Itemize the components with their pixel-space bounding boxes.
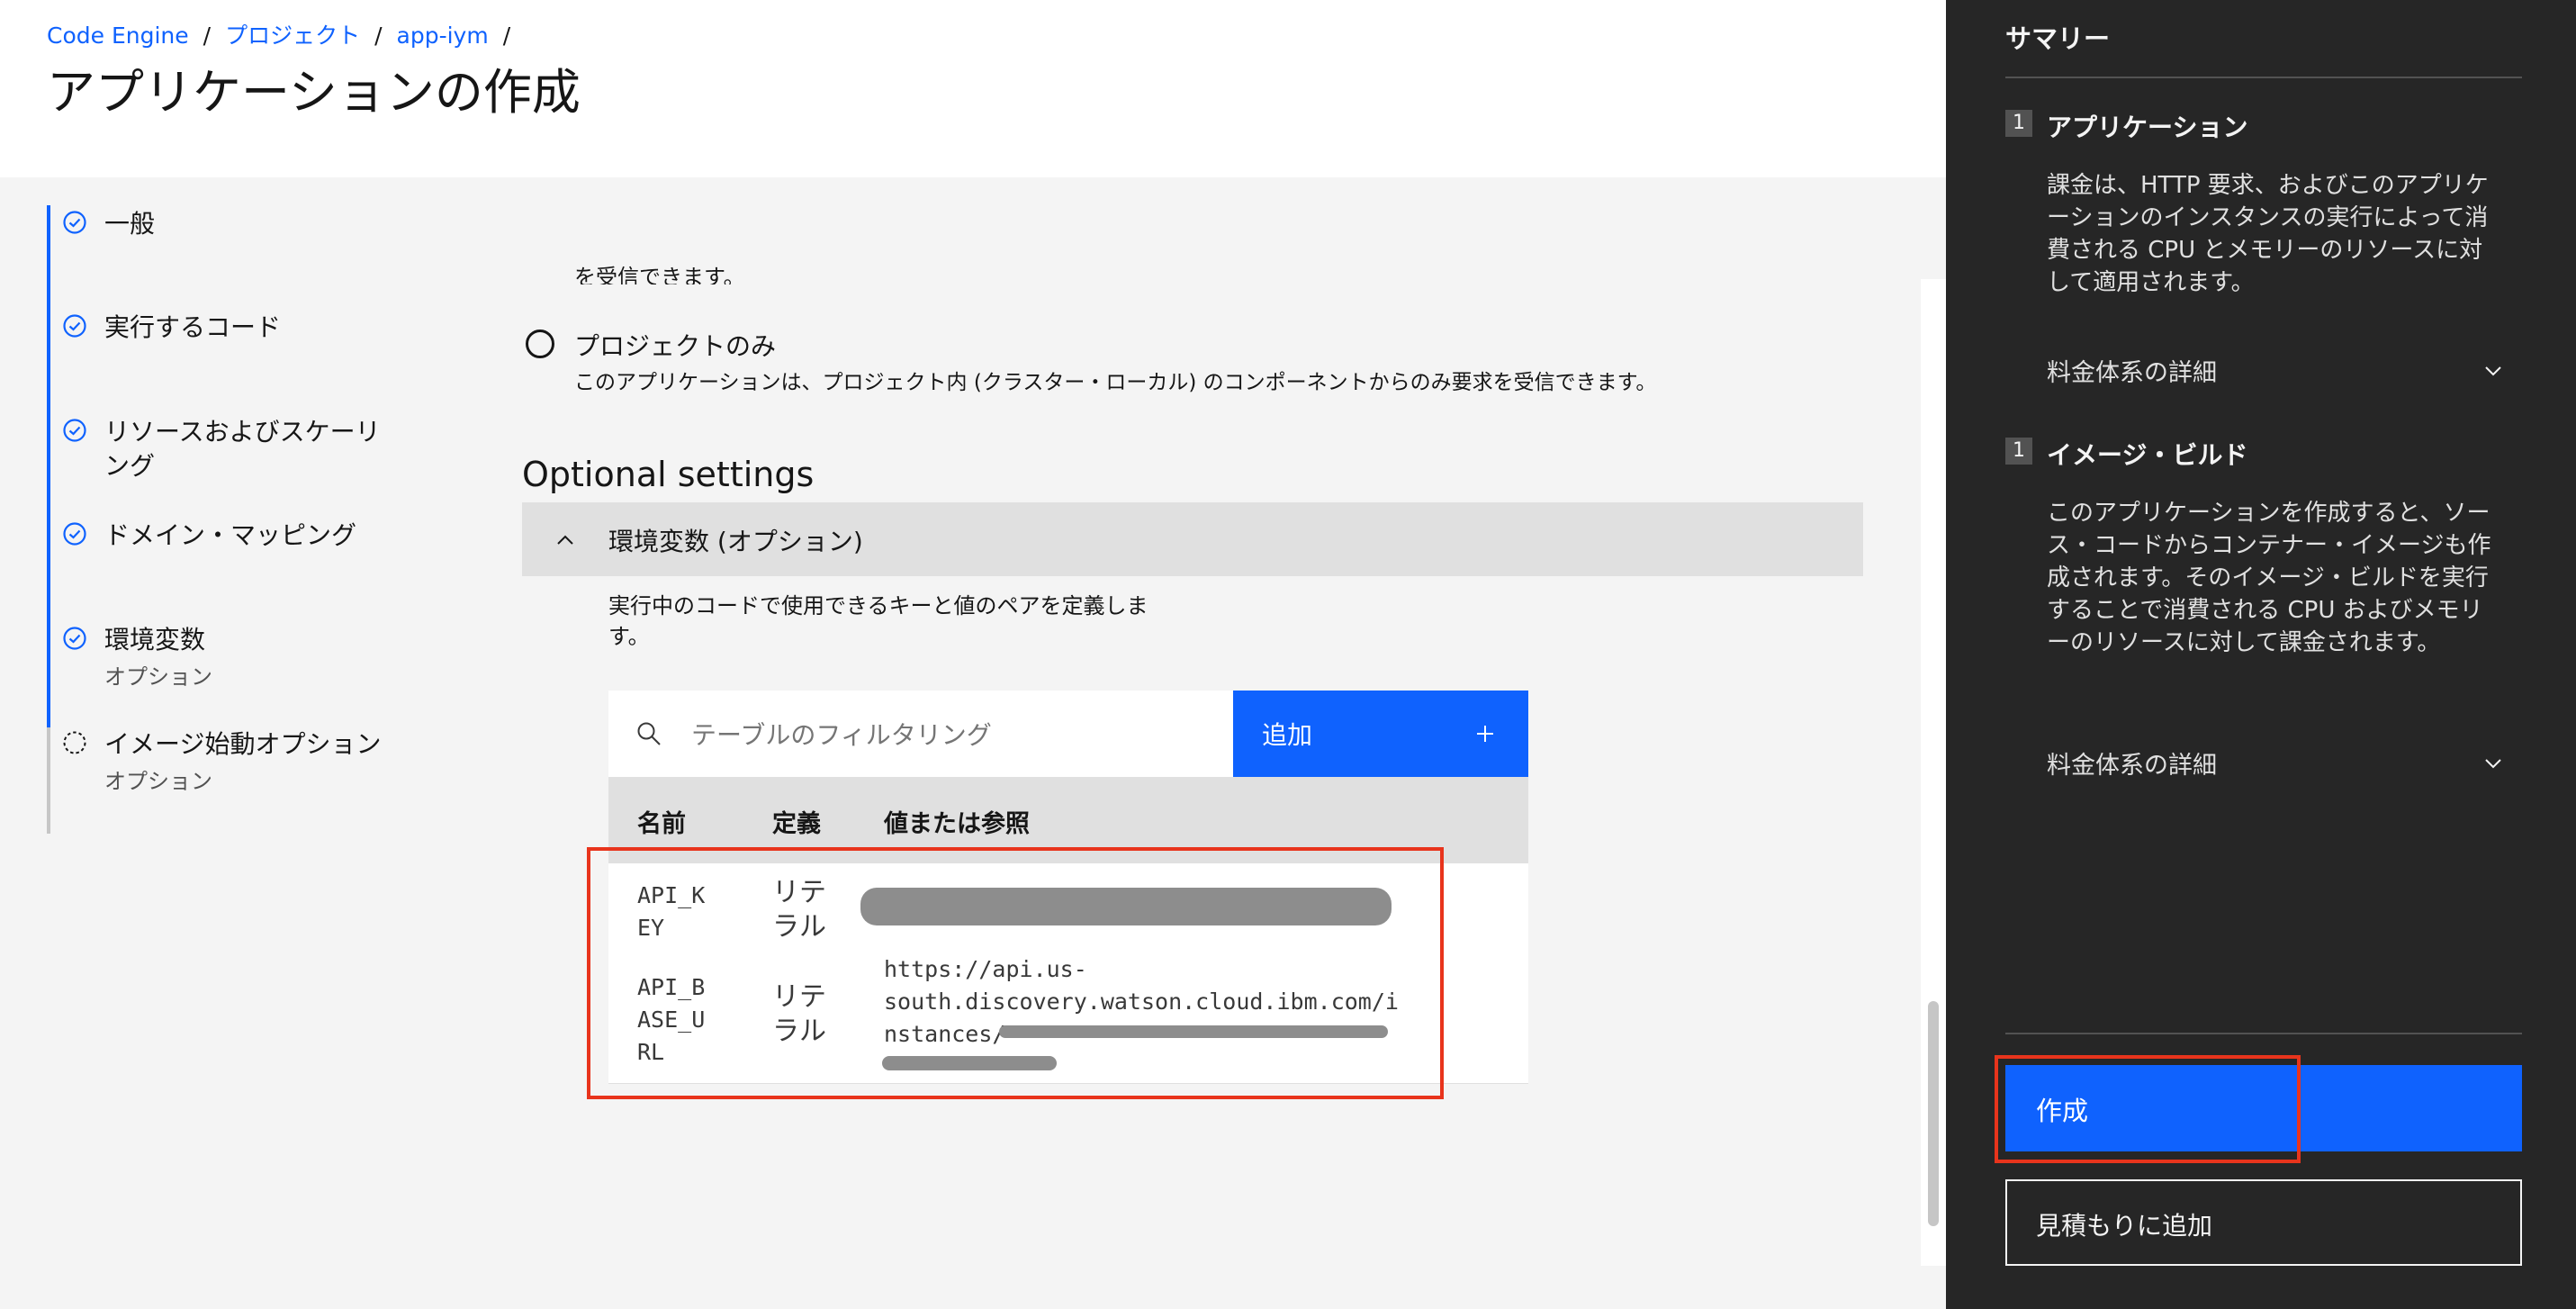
breadcrumb-link-project[interactable]: app-iym xyxy=(397,23,489,49)
table-search-input[interactable] xyxy=(689,709,1215,761)
cut-off-text: を受信できます。 xyxy=(574,265,745,284)
checkmark-circle-icon xyxy=(63,211,86,234)
breadcrumb: Code Engine / プロジェクト / app-iym / xyxy=(47,18,525,50)
nav-step-sublabel: オプション xyxy=(104,664,212,690)
summary-heading: イメージ・ビルド xyxy=(2047,440,2248,470)
nav-step-label: 実行するコード xyxy=(104,312,282,342)
accordion-env-vars[interactable]: 環境変数 (オプション) xyxy=(522,502,1863,576)
summary-count-badge: 1 xyxy=(2005,438,2032,465)
nav-step-sublabel: オプション xyxy=(104,769,212,794)
progress-line-incomplete xyxy=(47,727,50,834)
section-title: Optional settings xyxy=(522,455,815,494)
column-header-name: 名前 xyxy=(637,810,686,838)
breadcrumb-link-code-engine[interactable]: Code Engine xyxy=(47,23,189,49)
plus-icon xyxy=(1477,726,1493,742)
breadcrumb-separator: / xyxy=(502,23,511,49)
add-env-var-button[interactable]: 追加 xyxy=(1233,691,1528,777)
nav-step-label: ドメイン・マッピング xyxy=(104,520,357,550)
nav-step-label: 一般 xyxy=(104,209,156,239)
checkmark-circle-icon xyxy=(63,419,86,442)
accordion-title: 環境変数 (オプション) xyxy=(608,527,863,556)
summary-description: 課金は、HTTP 要求、およびこのアプリケーションのインスタンスの実行によって消… xyxy=(2047,172,2489,296)
highlight-box xyxy=(1995,1055,2301,1163)
radio-label: プロジェクトのみ xyxy=(574,331,777,361)
column-header-value: 値または参照 xyxy=(884,810,1030,838)
summary-heading: アプリケーション xyxy=(2047,113,2248,142)
radio-project-only[interactable] xyxy=(526,330,554,358)
table-search[interactable] xyxy=(608,691,1233,778)
checkmark-circle-icon xyxy=(63,522,86,546)
pricing-details-toggle[interactable]: 料金体系の詳細 xyxy=(2047,349,2522,393)
summary-title: サマリー xyxy=(2005,23,2111,54)
pricing-details-label: 料金体系の詳細 xyxy=(2047,359,2217,387)
nav-step-label: 環境変数 xyxy=(104,625,206,654)
breadcrumb-link-projects[interactable]: プロジェクト xyxy=(225,23,360,49)
chevron-down-icon xyxy=(2485,759,2501,769)
chevron-down-icon xyxy=(2485,366,2501,376)
radio-description: このアプリケーションは、プロジェクト内 (クラスター・ローカル) のコンポーネン… xyxy=(574,371,1657,394)
divider xyxy=(2005,77,2522,78)
nav-step-label: イメージ始動オプション xyxy=(104,729,382,759)
scrollbar-thumb[interactable] xyxy=(1928,1001,1939,1226)
accordion-description: 実行中のコードで使用できるキーと値のペアを定義します。 xyxy=(608,593,1148,649)
page-title: アプリケーションの作成 xyxy=(47,64,581,121)
breadcrumb-separator: / xyxy=(374,23,383,49)
checkmark-circle-icon xyxy=(63,314,86,338)
add-to-estimate-label: 見積もりに追加 xyxy=(2036,1211,2213,1241)
breadcrumb-separator: / xyxy=(203,23,212,49)
add-to-estimate-button[interactable]: 見積もりに追加 xyxy=(2005,1179,2522,1266)
divider xyxy=(2005,1033,2522,1034)
summary-count-badge: 1 xyxy=(2005,110,2032,137)
pricing-details-toggle[interactable]: 料金体系の詳細 xyxy=(2047,742,2522,785)
search-icon xyxy=(637,722,661,745)
checkmark-circle-icon xyxy=(63,627,86,650)
highlight-box xyxy=(587,847,1444,1099)
nav-step-label: リソースおよびスケーリング xyxy=(104,417,381,481)
chevron-up-icon xyxy=(557,535,573,545)
progress-line-complete xyxy=(47,205,50,727)
pricing-details-label: 料金体系の詳細 xyxy=(2047,752,2217,780)
summary-description: このアプリケーションを作成すると、ソース・コードからコンテナー・イメージも作成さ… xyxy=(2047,500,2491,656)
column-header-definition: 定義 xyxy=(772,810,821,838)
incomplete-circle-icon xyxy=(63,731,86,754)
add-button-label: 追加 xyxy=(1262,720,1313,750)
